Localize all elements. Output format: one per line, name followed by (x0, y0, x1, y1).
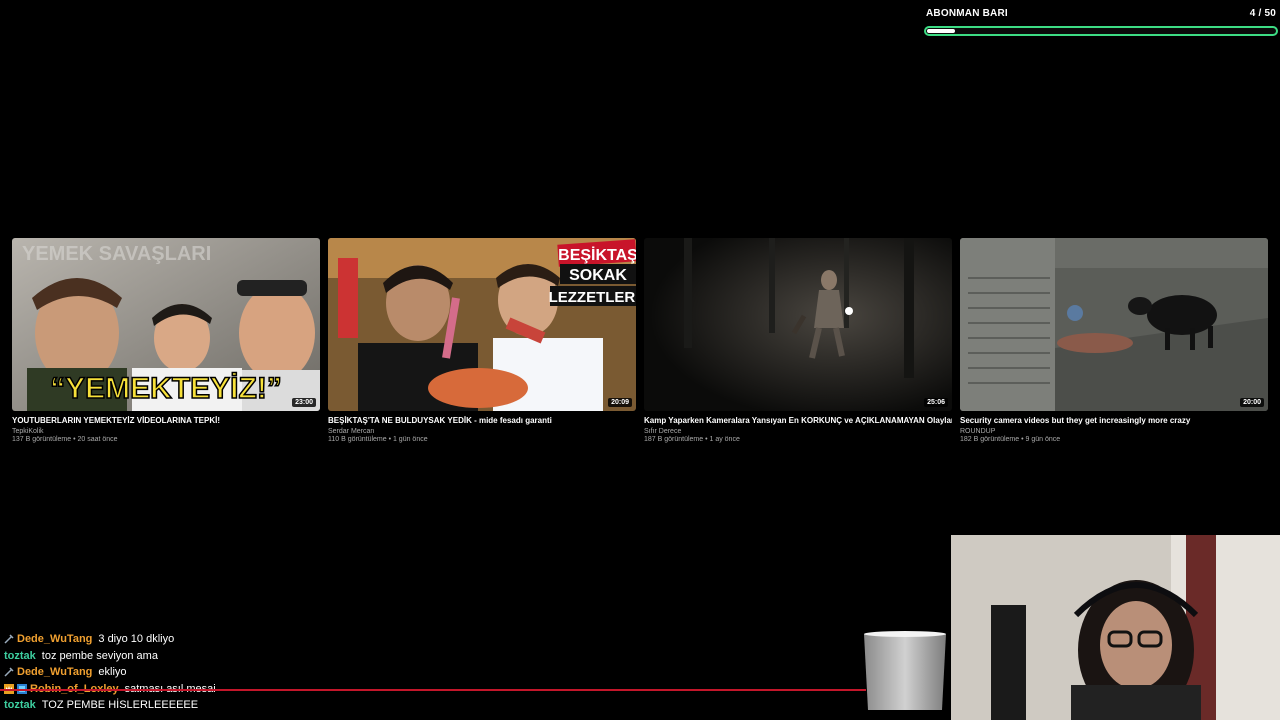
chat-text: toz pembe seviyon ama (41, 649, 158, 662)
chat-text: TOZ PEMBE HİSLERLEEEEEE (41, 699, 199, 712)
glass-overlay (862, 630, 948, 714)
progress-divider (0, 689, 866, 691)
video-title[interactable]: Security camera videos but they get incr… (960, 416, 1268, 425)
video-thumbnail[interactable]: BEŞİKTAŞ SOKAK LEZZETLERİ 20:09 (328, 238, 636, 411)
subscriber-goal-label: ABONMAN BARI (926, 8, 1008, 19)
sword-icon (4, 634, 14, 644)
subscriber-goal-count: 4 / 50 (1249, 8, 1276, 19)
video-thumbnail[interactable]: 20:00 (960, 238, 1268, 411)
sword-icon (4, 667, 14, 677)
chat-username[interactable]: toztak (4, 650, 36, 662)
video-thumbnail[interactable]: 25:06 (644, 238, 952, 411)
streamer-webcam (951, 535, 1280, 720)
video-grid: YEMEK SAVAŞLARI “YEMEKTEYİZ!” 23:00 YOUT… (12, 238, 1268, 443)
video-card[interactable]: 20:00 Security camera videos but they ge… (960, 238, 1268, 443)
video-card[interactable]: BEŞİKTAŞ SOKAK LEZZETLERİ 20:09 BEŞİKTAŞ… (328, 238, 636, 443)
svg-text:YEMEK SAVAŞLARI: YEMEK SAVAŞLARI (22, 243, 211, 265)
video-duration: 20:00 (1240, 398, 1264, 407)
chat-text: 3 diyo 10 dkliyo (98, 633, 175, 646)
svg-text:LEZZETLERİ: LEZZETLERİ (549, 289, 636, 306)
svg-text:SOKAK: SOKAK (569, 267, 627, 284)
chat-text: ekliyo (98, 666, 127, 679)
subscriber-goal-bar: ABONMAN BARI 4 / 50 (924, 8, 1278, 36)
chat-message: toztak TOZ PEMBE HİSLERLEEEEEE (4, 697, 604, 714)
video-meta: 187 B görüntüleme • 1 ay önce (644, 436, 740, 443)
video-title[interactable]: Kamp Yaparken Kameralara Yansıyan En KOR… (644, 416, 952, 425)
video-channel[interactable]: Serdar Mercan (328, 428, 636, 435)
video-title[interactable]: YOUTUBERLARIN YEMEKTEYİZ VİDEOLARINA TEP… (12, 416, 320, 425)
video-meta: 137 B görüntüleme • 20 saat önce (12, 436, 118, 443)
video-card[interactable]: 25:06 Kamp Yaparken Kameralara Yansıyan … (644, 238, 952, 443)
video-duration: 25:06 (924, 398, 948, 407)
subscriber-goal-track (924, 26, 1278, 36)
chat-message: toztak toz pembe seviyon ama (4, 648, 604, 665)
video-meta: 110 B görüntüleme • 1 gün önce (328, 436, 428, 443)
chat-username[interactable]: toztak (4, 699, 36, 711)
thumbnail-overlay-text: “YEMEKTEYİZ!” (50, 372, 282, 405)
chat-message: Dede_WuTang 3 diyo 10 dkliyo (4, 631, 604, 648)
chat-username[interactable]: Dede_WuTang (17, 633, 92, 645)
video-channel[interactable]: Sıfır Derece (644, 428, 952, 435)
chat-message: Dede_WuTang ekliyo (4, 664, 604, 681)
video-card[interactable]: YEMEK SAVAŞLARI “YEMEKTEYİZ!” 23:00 YOUT… (12, 238, 320, 443)
video-channel[interactable]: ROUNDUP (960, 428, 1268, 435)
video-title[interactable]: BEŞİKTAŞ'TA NE BULDUYSAK YEDİK - mide fe… (328, 416, 636, 425)
subscriber-goal-fill (927, 29, 955, 33)
video-meta: 182 B görüntüleme • 9 gün önce (960, 436, 1061, 443)
video-duration: 20:09 (608, 398, 632, 407)
video-thumbnail[interactable]: YEMEK SAVAŞLARI “YEMEKTEYİZ!” 23:00 (12, 238, 320, 411)
svg-text:BEŞİKTAŞ: BEŞİKTAŞ (558, 246, 636, 264)
video-channel[interactable]: TepkiKolik (12, 428, 320, 435)
stream-chat: Dede_WuTang 3 diyo 10 dkliyo toztak toz … (4, 631, 604, 714)
video-duration: 23:00 (292, 398, 316, 407)
chat-username[interactable]: Dede_WuTang (17, 666, 92, 678)
